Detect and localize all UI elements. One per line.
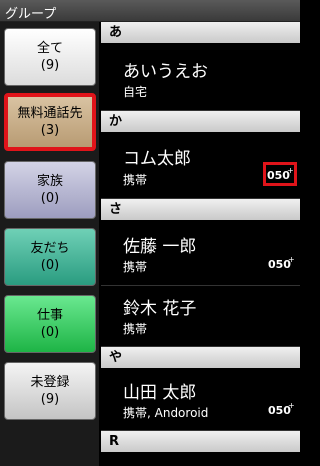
group-label: 無料通話先 xyxy=(17,106,83,121)
group-sidebar: 全て (9) 無料通話先 (3) 家族 (0) 友だち (0) 仕事 (0) 未… xyxy=(0,22,100,466)
svg-text:+: + xyxy=(288,256,294,264)
screen-title: グループ xyxy=(5,7,57,22)
contact-name: 山田 太郎 xyxy=(123,383,197,403)
section-header-ka: か xyxy=(101,111,300,132)
contact-row[interactable]: あいうえお 自宅 xyxy=(101,43,300,111)
050-free-call-icon: 050 + xyxy=(267,400,295,418)
group-all-button[interactable]: 全て (9) xyxy=(4,28,96,86)
svg-text:+: + xyxy=(288,402,294,410)
contact-name: 佐藤 一郎 xyxy=(123,237,197,257)
group-free-call-button[interactable]: 無料通話先 (3) xyxy=(4,93,96,151)
group-count: (0) xyxy=(40,191,60,206)
contact-phone-type: 携帯, Andoroid xyxy=(123,406,209,420)
group-label: 全て xyxy=(36,41,63,56)
contact-phone-type: 自宅 xyxy=(123,85,148,99)
group-label: 家族 xyxy=(36,174,63,189)
section-header-sa: さ xyxy=(101,199,300,220)
group-count: (0) xyxy=(40,325,60,340)
group-family-button[interactable]: 家族 (0) xyxy=(4,161,96,219)
contact-row[interactable]: コム太郎 携帯 050 + xyxy=(101,132,300,199)
section-header-r: R xyxy=(101,431,300,452)
contact-phone-type: 携帯 xyxy=(123,260,148,274)
svg-text:+: + xyxy=(287,167,293,175)
section-header-a: あ xyxy=(101,22,300,43)
contact-row[interactable]: 佐藤 一郎 携帯 050 + xyxy=(101,220,300,286)
contact-phone-type: 携帯 xyxy=(123,173,148,187)
contact-name: 鈴木 花子 xyxy=(123,299,197,319)
group-friends-button[interactable]: 友だち (0) xyxy=(4,228,96,286)
title-bar: グループ xyxy=(0,0,300,22)
contact-row[interactable]: 鈴木 花子 携帯 xyxy=(101,286,300,347)
050-free-call-icon: 050 + xyxy=(263,162,297,186)
group-count: (0) xyxy=(40,258,60,273)
group-label: 仕事 xyxy=(36,308,63,323)
contact-list: あ あいうえお 自宅 か コム太郎 携帯 050 + さ 佐藤 一郎 携帯 050… xyxy=(101,22,300,466)
050-free-call-icon: 050 + xyxy=(267,254,295,272)
group-count: (9) xyxy=(40,392,60,407)
group-count: (3) xyxy=(40,123,60,138)
group-count: (9) xyxy=(40,58,60,73)
group-label: 友だち xyxy=(30,241,70,256)
contact-row[interactable]: 山田 太郎 携帯, Andoroid 050 + xyxy=(101,368,300,431)
contact-phone-type: 携帯 xyxy=(123,322,148,336)
section-header-ya: や xyxy=(101,347,300,368)
group-work-button[interactable]: 仕事 (0) xyxy=(4,295,96,353)
group-label: 未登録 xyxy=(30,375,70,390)
contact-name: コム太郎 xyxy=(123,149,191,169)
contact-name: あいうえお xyxy=(123,62,208,82)
group-unregistered-button[interactable]: 未登録 (9) xyxy=(4,362,96,420)
